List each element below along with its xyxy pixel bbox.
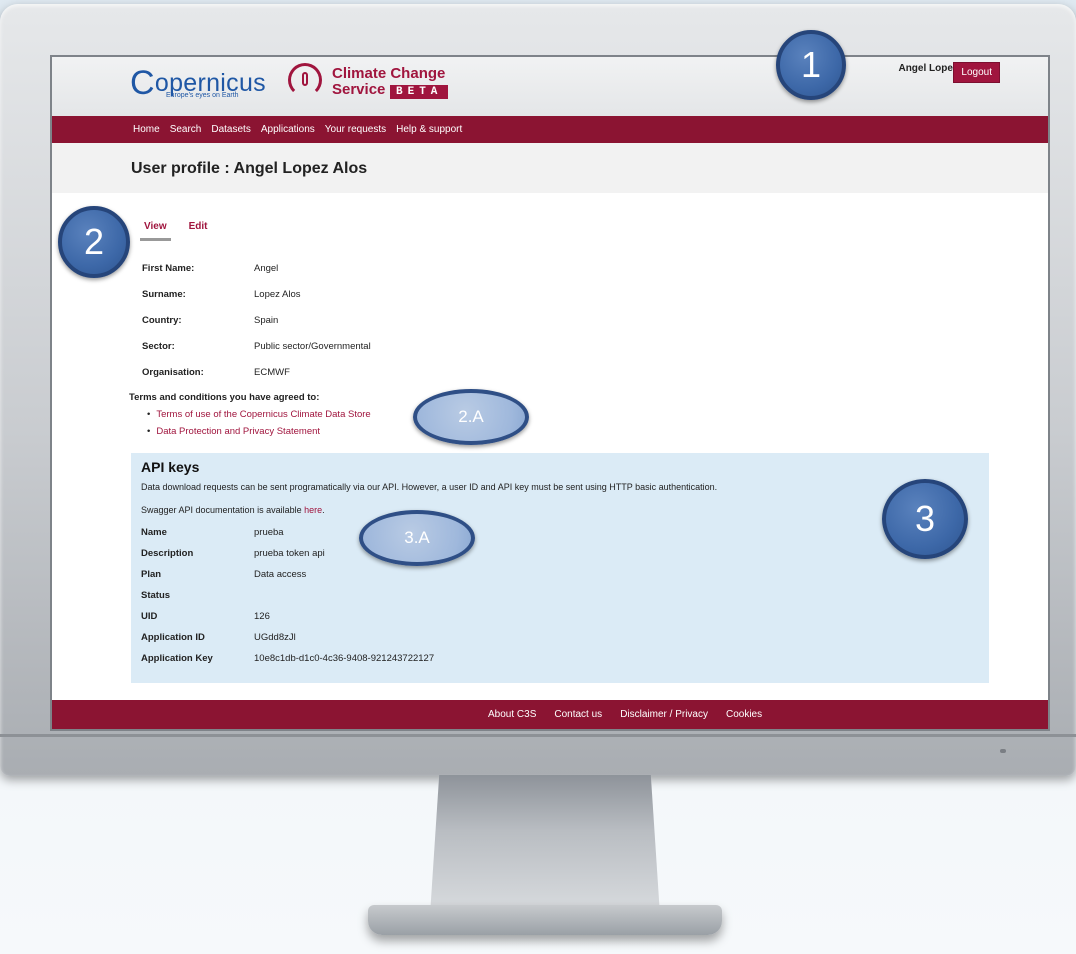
nav-item-help-support[interactable]: Help & support (396, 124, 462, 135)
callout-3a: 3.A (359, 510, 475, 566)
api-description: Data download requests can be sent progr… (141, 482, 718, 492)
c3s-logo-line1: Climate Change (332, 65, 446, 82)
copernicus-logo-initial: C (130, 64, 155, 102)
nav-item-datasets[interactable]: Datasets (211, 124, 250, 135)
field-value: Public sector/Governmental (254, 341, 371, 352)
power-indicator-icon (1000, 749, 1006, 753)
api-value: prueba (254, 527, 284, 538)
nav-item-your-requests[interactable]: Your requests (325, 124, 386, 135)
terms-list: Terms of use of the Copernicus Climate D… (147, 409, 371, 443)
logout-button[interactable]: Logout (953, 62, 1000, 83)
nav-item-applications[interactable]: Applications (261, 124, 315, 135)
copernicus-tagline: Europe's eyes on Earth (166, 92, 239, 99)
c3s-logo-line2: Service (332, 81, 386, 98)
thermometer-globe-icon (288, 63, 322, 97)
swagger-link[interactable]: here (304, 505, 322, 515)
field-value: Spain (254, 315, 279, 326)
api-keys-title: API keys (141, 459, 200, 475)
api-value: 10e8c1db-d1c0-4c36-9408-921243722127 (254, 653, 435, 664)
swagger-prefix: Swagger API documentation is available (141, 505, 305, 515)
monitor-stand-base (368, 905, 722, 935)
field-label: Country: (142, 315, 182, 326)
monitor-frame: Copernicus Europe's eyes on Earth Climat… (0, 4, 1076, 776)
callout-3: 3 (882, 479, 968, 559)
field-value: Lopez Alos (254, 289, 301, 300)
api-value: 126 (254, 611, 270, 622)
footer-link-contact[interactable]: Contact us (554, 709, 602, 720)
api-label: Application Key (141, 653, 213, 664)
copernicus-logo[interactable]: Copernicus Europe's eyes on Earth (130, 61, 266, 105)
field-label: Organisation: (142, 367, 204, 378)
swagger-suffix: . (322, 505, 325, 515)
browser-screen: Copernicus Europe's eyes on Earth Climat… (52, 57, 1048, 729)
tab-edit[interactable]: Edit (185, 219, 212, 241)
field-value: ECMWF (254, 367, 290, 378)
field-label: Sector: (142, 341, 175, 352)
site-footer: About C3S Contact us Disclaimer / Privac… (52, 700, 1048, 729)
nav-item-home[interactable]: Home (133, 124, 160, 135)
terms-link-copernicus-cds[interactable]: Terms of use of the Copernicus Climate D… (147, 409, 370, 426)
terms-link-privacy-statement[interactable]: Data Protection and Privacy Statement (147, 426, 371, 443)
callout-2a: 2.A (413, 389, 529, 445)
bezel-divider (0, 734, 1076, 737)
field-label: First Name: (142, 263, 195, 274)
monitor-stand-neck (430, 775, 660, 915)
tab-view[interactable]: View (140, 219, 171, 241)
footer-link-disclaimer[interactable]: Disclaimer / Privacy (620, 709, 708, 720)
terms-heading: Terms and conditions you have agreed to: (129, 392, 320, 403)
page-title: User profile : Angel Lopez Alos (131, 160, 368, 177)
api-label: Status (141, 590, 171, 601)
field-value: Angel (254, 263, 279, 274)
api-label: UID (141, 611, 158, 622)
main-nav: Home Search Datasets Applications Your r… (52, 116, 1048, 143)
api-value: UGdd8zJl (254, 632, 296, 643)
nav-item-search[interactable]: Search (170, 124, 202, 135)
callout-1: 1 (776, 30, 846, 100)
swagger-note: Swagger API documentation is available h… (141, 505, 325, 515)
footer-link-cookies[interactable]: Cookies (726, 709, 762, 720)
api-value: Data access (254, 569, 307, 580)
site-header: Copernicus Europe's eyes on Earth Climat… (52, 57, 1048, 116)
api-value: prueba token api (254, 548, 325, 559)
title-band: User profile : Angel Lopez Alos (52, 143, 1048, 193)
api-keys-panel: API keys Data download requests can be s… (131, 453, 989, 683)
api-label: Application ID (141, 632, 205, 643)
profile-tabs: View Edit (140, 219, 226, 241)
beta-badge: BETA (390, 85, 449, 99)
callout-2: 2 (58, 206, 130, 278)
api-label: Plan (141, 569, 162, 580)
api-label: Name (141, 527, 167, 538)
field-label: Surname: (142, 289, 186, 300)
api-label: Description (141, 548, 194, 559)
c3s-logo[interactable]: Climate Change Service BETA (288, 61, 458, 107)
footer-link-about[interactable]: About C3S (488, 709, 536, 720)
